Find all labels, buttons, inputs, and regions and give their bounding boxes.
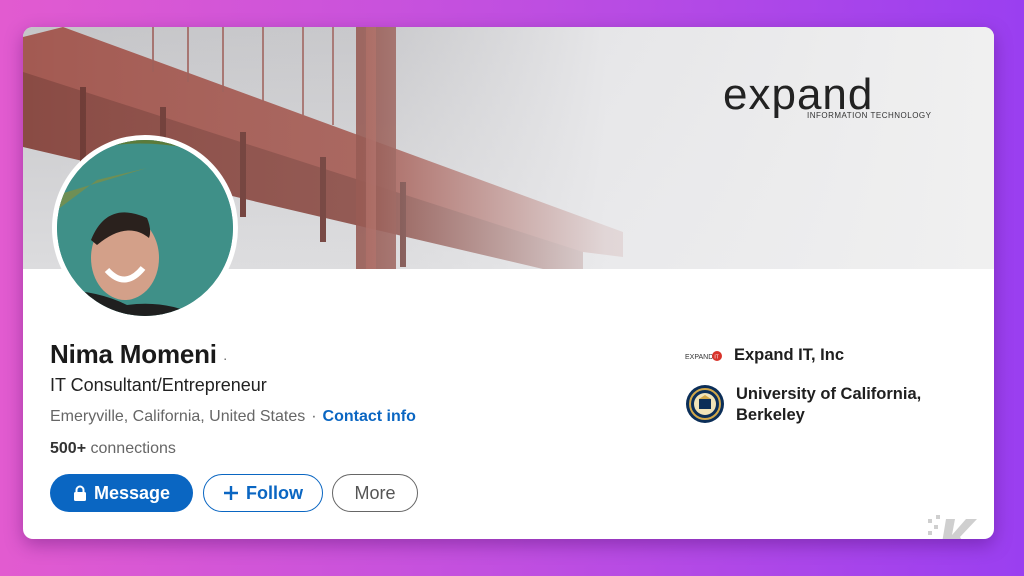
plus-icon xyxy=(223,485,239,501)
follow-button[interactable]: Follow xyxy=(203,474,323,512)
connections-label: connections xyxy=(90,440,176,457)
org-item-university[interactable]: University of California, Berkeley xyxy=(685,384,946,426)
lock-icon xyxy=(73,485,87,501)
message-button[interactable]: Message xyxy=(50,474,193,512)
svg-text:IT: IT xyxy=(714,354,718,360)
brand-tagline: INFORMATION TECHNOLOGY xyxy=(807,111,932,120)
contact-info-link[interactable]: Contact info xyxy=(323,408,416,426)
svg-text:EXPAND: EXPAND xyxy=(685,354,713,361)
location-separator: · xyxy=(311,408,317,425)
brand-logo: expand INFORMATION TECHNOLOGY xyxy=(723,73,973,123)
profile-name: Nima Momeni xyxy=(50,339,217,369)
more-button[interactable]: More xyxy=(332,474,418,512)
name-row: Nima Momeni · xyxy=(50,339,228,370)
profile-location: Emeryville, California, United States xyxy=(50,408,306,425)
avatar[interactable] xyxy=(52,135,238,321)
connections-number: 500+ xyxy=(50,440,87,457)
profile-card: expand INFORMATION TECHNOLOGY Nima Momen… xyxy=(23,27,994,539)
university-name: University of California, Berkeley xyxy=(736,385,922,424)
more-label: More xyxy=(354,482,396,503)
avatar-photo xyxy=(57,140,233,316)
location-row: Emeryville, California, United States · … xyxy=(50,408,416,426)
connections-count[interactable]: 500+ connections xyxy=(50,440,176,458)
k-logo-icon xyxy=(928,515,992,539)
university-seal-icon xyxy=(685,384,725,424)
company-logo-icon: EXPAND IT xyxy=(685,349,723,363)
company-name: Expand IT, Inc xyxy=(734,346,845,364)
profile-headline: IT Consultant/Entrepreneur xyxy=(50,375,267,395)
follow-label: Follow xyxy=(246,482,303,503)
message-label: Message xyxy=(93,482,171,503)
org-item-company[interactable]: EXPAND IT Expand IT, Inc xyxy=(685,345,944,366)
name-separator: · xyxy=(222,350,228,366)
